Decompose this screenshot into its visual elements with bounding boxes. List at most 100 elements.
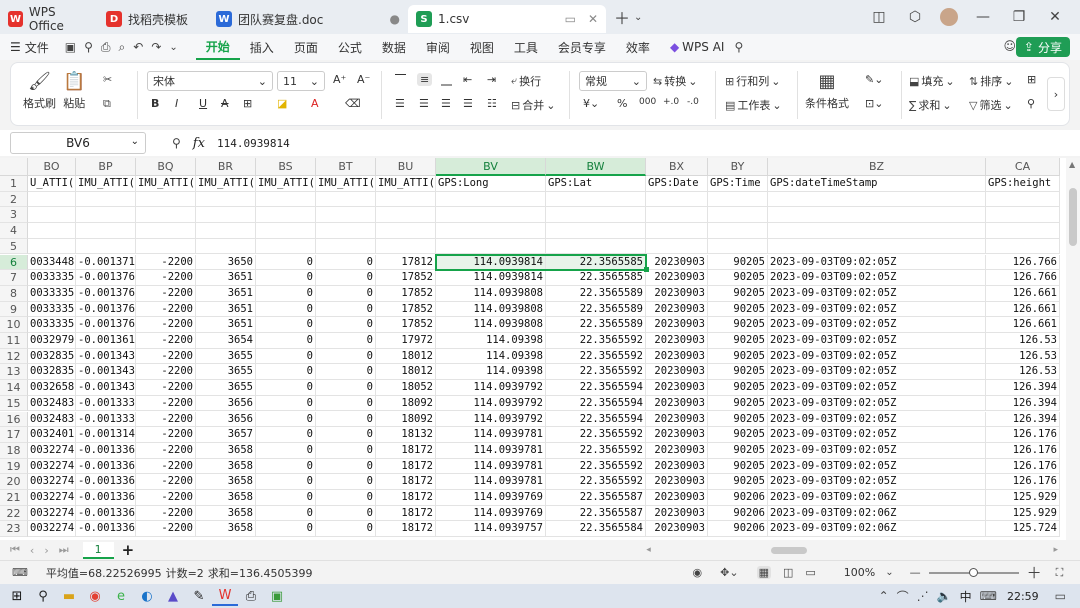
cell[interactable]: 22.3565594 — [546, 380, 646, 396]
cell[interactable]: -0.001361 — [76, 333, 136, 349]
cell[interactable]: 125.929 — [986, 490, 1060, 506]
cell[interactable]: 114.0939769 — [436, 505, 546, 522]
cell[interactable]: 3650 — [196, 254, 256, 271]
percent-icon[interactable]: % — [617, 97, 627, 110]
cell[interactable]: 3658 — [196, 505, 256, 522]
cell[interactable]: -2200 — [136, 270, 196, 286]
cell[interactable]: 18172 — [376, 442, 436, 459]
cell[interactable]: 126.176 — [986, 474, 1060, 490]
cell[interactable]: 114.09398 — [436, 364, 546, 381]
wifi-icon[interactable]: ⋰ — [917, 589, 929, 603]
cell[interactable] — [546, 207, 646, 224]
keyboard-icon[interactable]: ⌨ — [980, 589, 997, 603]
cell[interactable]: 20230903 — [646, 285, 708, 302]
cell[interactable]: 114.0939792 — [436, 395, 546, 412]
app-icon[interactable]: ▲ — [160, 586, 186, 606]
cell[interactable]: 2023-09-03T09:02:05Z — [768, 474, 986, 490]
cell[interactable]: 22.3565592 — [546, 427, 646, 443]
cell[interactable]: 20230903 — [646, 364, 708, 381]
distribute-icon[interactable]: ☷ — [487, 97, 497, 110]
row-header[interactable]: 16 — [0, 411, 28, 428]
cell[interactable]: 90205 — [708, 458, 768, 475]
volume-icon[interactable]: 🔈 — [937, 589, 952, 603]
cell[interactable]: 114.09398 — [436, 348, 546, 365]
horizontal-scroll-thumb[interactable] — [770, 546, 807, 554]
cell[interactable]: 3655 — [196, 348, 256, 365]
cell[interactable]: 0 — [256, 427, 316, 443]
cell[interactable]: 114.0939808 — [436, 285, 546, 302]
eye-icon[interactable]: ◉ — [693, 566, 703, 579]
cell[interactable] — [546, 238, 646, 255]
row-header[interactable]: 2 — [0, 191, 28, 208]
cell[interactable]: 3658 — [196, 442, 256, 459]
row-header[interactable]: 14 — [0, 380, 28, 396]
cell[interactable]: 17972 — [376, 333, 436, 349]
cell[interactable] — [316, 207, 376, 224]
cell[interactable] — [76, 238, 136, 255]
cell[interactable]: 20230903 — [646, 270, 708, 286]
row-header[interactable]: 11 — [0, 333, 28, 349]
column-header[interactable]: BW — [546, 158, 646, 176]
cell[interactable]: 0032274 — [28, 505, 76, 522]
cell[interactable]: 2023-09-03T09:02:05Z — [768, 254, 986, 271]
cell[interactable]: 90206 — [708, 521, 768, 538]
cell[interactable]: 2023-09-03T09:02:05Z — [768, 285, 986, 302]
cell[interactable]: 126.661 — [986, 317, 1060, 333]
indent-increase-icon[interactable]: ⇥ — [487, 73, 496, 86]
cell[interactable]: 90205 — [708, 301, 768, 318]
cell[interactable]: 0032274 — [28, 521, 76, 538]
cell[interactable]: 126.176 — [986, 427, 1060, 443]
cell[interactable]: 20230903 — [646, 301, 708, 318]
cell[interactable]: 22.3565594 — [546, 395, 646, 412]
header-cell[interactable]: GPS:Date — [646, 176, 708, 192]
cell[interactable]: 2023-09-03T09:02:05Z — [768, 458, 986, 475]
cell[interactable]: -2200 — [136, 254, 196, 271]
cell[interactable]: 90205 — [708, 317, 768, 333]
cell[interactable] — [136, 207, 196, 224]
cell[interactable]: 3651 — [196, 317, 256, 333]
cell[interactable]: 126.176 — [986, 442, 1060, 459]
cell[interactable]: 0 — [316, 270, 376, 286]
network-icon[interactable]: ⌒ — [897, 588, 909, 605]
notification-icon[interactable]: ▭ — [1055, 589, 1066, 603]
cell[interactable]: 22.3565592 — [546, 474, 646, 490]
font-color-icon[interactable]: A — [311, 97, 319, 110]
cell[interactable]: 0032979 — [28, 333, 76, 349]
cell[interactable]: 22.3565587 — [546, 505, 646, 522]
tab-close-dot-icon[interactable]: ● — [390, 12, 400, 26]
cell[interactable]: 114.09398 — [436, 333, 546, 349]
cell[interactable]: 0032658 — [28, 380, 76, 396]
cell[interactable]: 2023-09-03T09:02:06Z — [768, 521, 986, 538]
cell[interactable]: 0032401 — [28, 427, 76, 443]
cell[interactable] — [76, 207, 136, 224]
zoom-out-icon[interactable]: — — [910, 566, 921, 579]
freeze-icon[interactable]: ⊞ — [1027, 73, 1036, 86]
cell[interactable]: 0 — [316, 411, 376, 428]
cell[interactable]: 0032274 — [28, 442, 76, 459]
cell[interactable] — [316, 238, 376, 255]
column-header[interactable]: BY — [708, 158, 768, 176]
cell[interactable]: 18172 — [376, 490, 436, 506]
cell[interactable]: 3654 — [196, 333, 256, 349]
menu-hamburger-icon[interactable]: ☰ 文件 — [0, 34, 59, 60]
fill-handle[interactable] — [644, 267, 649, 273]
cell[interactable]: 90205 — [708, 364, 768, 381]
header-cell[interactable]: IMU_ATTI( — [76, 176, 136, 192]
cell[interactable]: 0 — [316, 521, 376, 538]
thousands-icon[interactable]: 000 — [639, 97, 656, 107]
worksheet-button[interactable]: ▤ 工作表 ⌄ — [725, 97, 782, 113]
cell[interactable]: 0 — [316, 380, 376, 396]
cell[interactable]: 2023-09-03T09:02:06Z — [768, 505, 986, 522]
cell[interactable]: 0 — [316, 490, 376, 506]
cell[interactable] — [546, 223, 646, 239]
cell[interactable] — [436, 238, 546, 255]
cell[interactable]: 22.3565592 — [546, 333, 646, 349]
header-cell[interactable]: GPS:Time — [708, 176, 768, 192]
column-header[interactable]: BU — [376, 158, 436, 176]
notes-icon[interactable]: ✎ — [186, 586, 212, 606]
cell[interactable]: 2023-09-03T09:02:05Z — [768, 333, 986, 349]
cell[interactable]: 0 — [256, 490, 316, 506]
cell[interactable]: 22.3565592 — [546, 348, 646, 365]
cell[interactable]: 3658 — [196, 458, 256, 475]
cell[interactable]: 90205 — [708, 442, 768, 459]
